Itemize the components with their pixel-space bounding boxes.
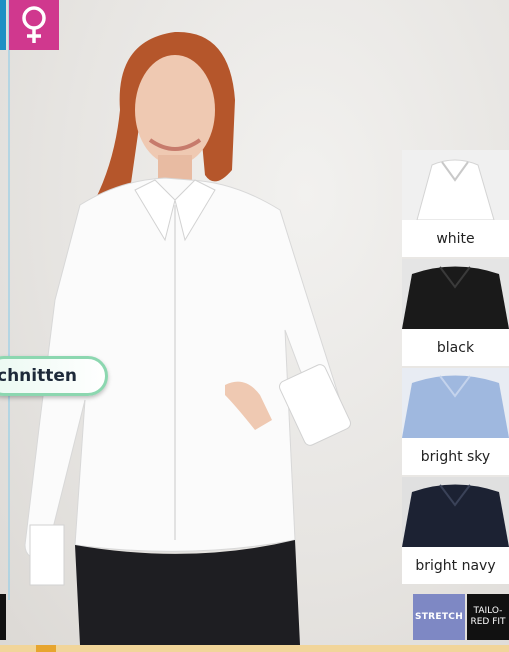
swatch-label: bright navy	[402, 547, 509, 584]
swatch-label: white	[402, 220, 509, 257]
tailored-fit-tag: TAILO- RED FIT	[467, 594, 509, 640]
corner-tag	[0, 594, 6, 640]
color-swatches: white black bright sky bright navy	[402, 150, 509, 586]
tailored-label-line1: TAILO-	[473, 606, 503, 616]
swatch-bright-navy[interactable]: bright navy	[402, 477, 509, 586]
swatch-black[interactable]: black	[402, 259, 509, 368]
accent-stripe	[0, 0, 6, 50]
fit-label-text: chnitten	[0, 366, 77, 386]
stretch-tag: STRETCH	[413, 594, 465, 640]
shirt-thumbnail	[402, 259, 509, 329]
female-symbol-icon	[22, 6, 46, 43]
bottom-bar	[0, 645, 509, 652]
divider-line	[8, 0, 10, 600]
fit-label-pill: chnitten	[0, 356, 108, 396]
stretch-label: STRETCH	[414, 612, 464, 622]
swatch-label: bright sky	[402, 438, 509, 475]
shirt-thumbnail	[402, 477, 509, 547]
shirt-thumbnail	[402, 150, 509, 221]
swatch-white[interactable]: white	[402, 150, 509, 259]
shirt-thumbnail	[402, 368, 509, 438]
bottom-accent	[36, 645, 56, 652]
model-illustration	[24, 31, 351, 645]
swatch-bright-sky[interactable]: bright sky	[402, 368, 509, 477]
swatch-label: black	[402, 329, 509, 366]
female-badge	[9, 0, 59, 50]
tailored-label-line2: RED FIT	[470, 617, 506, 627]
